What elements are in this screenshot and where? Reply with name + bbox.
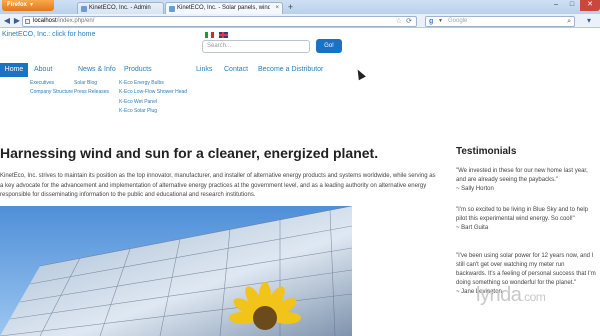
site-search-input[interactable]: Search... xyxy=(202,40,310,53)
submenu-solar-plug[interactable]: K-Eco Solar Plug xyxy=(119,108,157,114)
testimonial-author: ~ Bart Guita xyxy=(456,225,489,231)
solar-panel-sunflower-image xyxy=(0,206,352,336)
reload-icon[interactable]: ⟳ xyxy=(406,17,412,26)
testimonial-quote: "I'm so excited to be living in Blue Sky… xyxy=(456,207,589,222)
chevron-down-icon[interactable]: ▼ xyxy=(438,17,443,26)
bookmark-star-icon[interactable]: ☆ xyxy=(396,17,402,26)
favicon-icon xyxy=(169,6,175,12)
tab-administration[interactable]: KinetECO, Inc. - Administration xyxy=(77,2,164,14)
english-flag-icon[interactable] xyxy=(219,32,228,38)
tab-label: KinetECO, Inc. - Solar panels, windmil..… xyxy=(177,5,270,11)
page-icon xyxy=(25,19,30,24)
italian-flag-icon[interactable] xyxy=(205,32,214,38)
close-window-button[interactable]: ✕ xyxy=(580,0,600,11)
tab-solar-panels[interactable]: KinetECO, Inc. - Solar panels, windmil..… xyxy=(165,2,283,14)
chevron-down-icon: ▼ xyxy=(29,2,34,8)
watermark-suffix: .com xyxy=(521,290,546,304)
favicon-icon xyxy=(81,6,87,12)
testimonial-2: "I'm so excited to be living in Blue Sky… xyxy=(456,206,596,233)
testimonial-author: ~ Sally Horton xyxy=(456,186,494,192)
back-icon[interactable]: ◀ xyxy=(2,16,12,26)
submenu-press-releases[interactable]: Press Releases xyxy=(74,89,109,95)
search-engine-label: Google xyxy=(448,18,468,24)
tab-close-icon[interactable]: × xyxy=(275,3,279,14)
testimonial-1: "We invested in these for our new home l… xyxy=(456,167,596,194)
menu-home[interactable]: Home xyxy=(0,63,28,77)
bookmarks-menu-icon[interactable]: ▾ xyxy=(582,16,596,27)
url-path: /index.php/en/ xyxy=(56,18,95,24)
url-bar[interactable]: localhost/index.php/en/ ☆ ⟳ xyxy=(22,16,417,27)
submenu-company-structure[interactable]: Company Structure xyxy=(30,89,73,95)
submenu-wet-panel[interactable]: K-Eco Wet Panel xyxy=(119,99,157,105)
submenu-executives[interactable]: Executives xyxy=(30,80,54,86)
menu-become-distributor[interactable]: Become a Distributor xyxy=(258,66,323,73)
mouse-cursor-icon xyxy=(354,67,366,81)
tab-label: KinetECO, Inc. - Administration xyxy=(89,5,151,11)
search-icon[interactable]: ⌕ xyxy=(567,17,571,26)
testimonials-heading: Testimonials xyxy=(456,146,517,157)
intro-paragraph: KinetEco, Inc. strives to maintain its p… xyxy=(0,173,436,198)
minimize-button[interactable]: – xyxy=(548,0,564,11)
url-host: localhost xyxy=(33,18,57,24)
go-button[interactable]: Go! xyxy=(316,39,342,53)
maximize-button[interactable]: □ xyxy=(564,0,580,11)
testimonial-quote: "We invested in these for our new home l… xyxy=(456,168,588,183)
browser-navbar: ◀ ▶ localhost/index.php/en/ ☆ ⟳ g ▼ Goog… xyxy=(0,14,600,28)
firefox-menu-button[interactable]: Firefox ▼ xyxy=(2,0,54,11)
page-headline: Harnessing wind and sun for a cleaner, e… xyxy=(0,145,379,161)
submenu-solar-blog[interactable]: Solar Blog xyxy=(74,80,97,86)
menu-news-info[interactable]: News & Info xyxy=(78,66,116,73)
firefox-menu-label: Firefox xyxy=(7,2,28,8)
menu-links[interactable]: Links xyxy=(196,66,212,73)
submenu-energy-bulbs[interactable]: K-Eco Energy Bulbs xyxy=(119,80,164,86)
watermark-brand: lynda xyxy=(476,284,522,306)
new-tab-button[interactable]: + xyxy=(285,2,296,13)
menu-about[interactable]: About xyxy=(34,66,52,73)
submenu-shower-head[interactable]: K-Eco Low-Flow Shower Head xyxy=(119,89,187,95)
google-icon: g xyxy=(429,18,434,25)
menu-contact[interactable]: Contact xyxy=(224,66,248,73)
browser-search-input[interactable]: g ▼ Google ⌕ xyxy=(425,16,575,27)
forward-icon[interactable]: ▶ xyxy=(12,16,22,26)
site-home-link[interactable]: KinetECO, Inc.: click for home xyxy=(2,31,95,38)
lynda-watermark-logo: lynda.com xyxy=(476,284,546,307)
testimonial-quote: "I've been using solar power for 12 year… xyxy=(456,253,596,286)
browser-titlebar: Firefox▼ KinetECO, Inc. - Administration… xyxy=(0,0,600,14)
menu-products[interactable]: Products xyxy=(124,66,152,73)
